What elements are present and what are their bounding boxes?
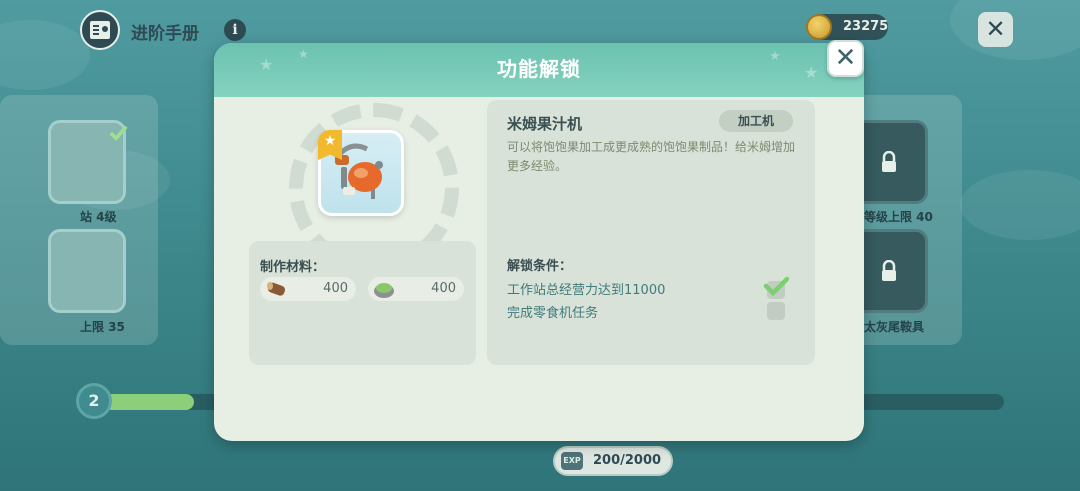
background-label: 等级上限 40 [864,210,933,224]
materials-panel: 制作材料： 400 400 [249,241,476,365]
condition-checkbox [767,302,785,320]
item-description: 可以将饱饱果加工成更成熟的饱饱果制品！给米姆增加更多经验。 [507,140,796,173]
wood-log-icon [267,282,286,296]
item-info-panel: 米姆果汁机 加工机 可以将饱饱果加工成更成熟的饱饱果制品！给米姆增加更多经验。 … [487,100,815,365]
conditions-label: 解锁条件： [507,259,573,274]
exp-counter: EXP 200/2000 [553,446,673,476]
item-name: 米姆果汁机 [507,115,583,133]
page-close-button[interactable]: ✕ [978,12,1013,47]
page-title: 进阶手册 [131,24,199,44]
level-badge: 2 [76,383,112,419]
stone-ore-icon [374,283,394,298]
exp-value: 200/2000 [593,453,662,468]
background-label: 站 4级 [80,210,117,224]
material-item: 400 [260,277,356,301]
info-icon[interactable]: i [224,19,246,41]
material-amount: 400 [431,281,456,296]
material-amount: 400 [323,281,348,296]
background-slot[interactable] [48,120,128,204]
modal-title: 功能解锁 [497,57,581,81]
condition-text: 工作站总经营力达到11000 [507,283,666,298]
lock-icon [882,260,896,281]
modal-header: ★ ★ ★ ★ 功能解锁 [214,43,864,97]
background-cloud [960,170,1080,240]
materials-label: 制作材料： [260,260,326,275]
background-label: 太灰尾鞍具 [864,320,925,334]
unlock-modal: ★ ★ ★ ★ 功能解锁 ★ 制作材料： 400 400 米姆果汁机 加工机 可… [214,43,864,441]
check-icon [109,125,128,142]
item-type-tag: 加工机 [719,110,793,132]
lock-icon [882,151,896,172]
modal-close-button[interactable]: ✕ [827,40,864,77]
material-item: 400 [368,277,464,301]
exp-progress-fill [104,394,194,410]
handbook-icon[interactable] [80,10,120,50]
background-label: 上限 35 [80,320,125,334]
background-slot[interactable] [48,229,126,313]
condition-text: 完成零食机任务 [507,306,599,321]
check-icon [763,276,789,296]
coin-icon [806,14,832,40]
exp-icon: EXP [561,452,583,470]
